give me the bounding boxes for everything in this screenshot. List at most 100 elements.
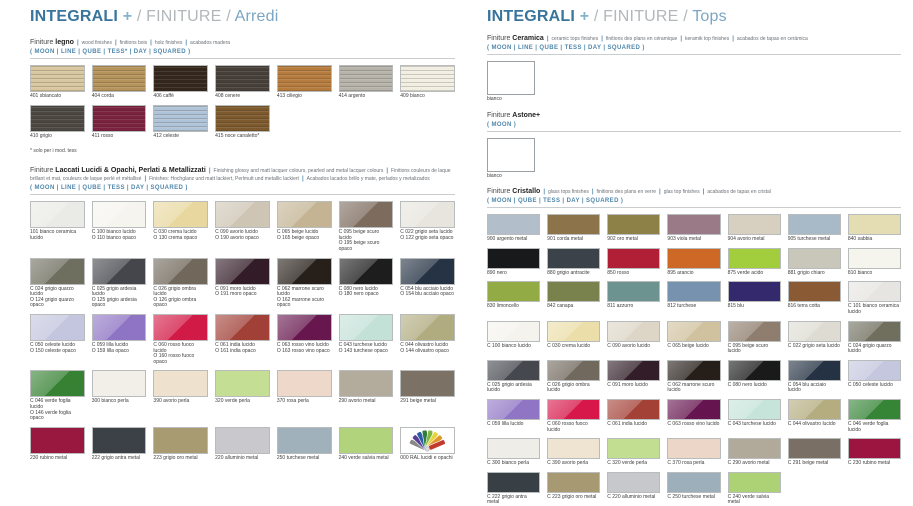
color-swatch: [215, 258, 270, 285]
lang-separator: |: [680, 36, 682, 42]
swatch-cell: C 063 rosso vino lucidoO 163 rosso vino …: [277, 314, 332, 365]
swatch-label: C 063 rosso vino lucido: [667, 422, 720, 428]
swatch-label: C 091 moro lucido: [607, 383, 660, 389]
section-finiture-laccati: Finiture Laccati Lucidi & Opachi, Perlat…: [30, 167, 455, 461]
swatch-label: 222 grigio antra metal: [92, 456, 147, 462]
swatch-label-2: lucido: [848, 349, 901, 355]
swatch-label: 406 caffè: [153, 94, 208, 100]
swatch-label: C 290 avorio metal: [728, 461, 781, 467]
swatch-label: 840 sabbia: [848, 237, 901, 243]
section-heading: Finiture Laccati Lucidi & Opachi, Perlat…: [30, 167, 455, 183]
swatch-label: 901 corda metal: [547, 237, 600, 243]
swatch-cell: 900 argento metal: [487, 214, 540, 243]
swatch-cell: C 061 india lucidoO 161 india opaco: [215, 314, 270, 365]
swatch-cell: 880 grigio antracite: [547, 248, 600, 277]
swatch-cell: 890 nero: [487, 248, 540, 277]
swatch-cell: C 101 bianco ceramicalucido: [848, 281, 901, 315]
swatch-cell: C 022 grigio seta lucido: [788, 321, 841, 355]
lang-label: finitions des plans en verre: [597, 189, 656, 195]
swatch-cell: C 022 grigio seta lucidoO 122 grigio set…: [400, 201, 455, 252]
swatch-label: C 250 turchese metal: [667, 495, 720, 501]
color-swatch: [92, 427, 147, 454]
swatch-cell: 816 terra cotta: [788, 281, 841, 315]
lang-separator: |: [601, 36, 603, 42]
swatch-label-2: O 110 bianco opaco: [92, 236, 147, 242]
lang-label: Acabados lacados brillo y mate, perlados…: [307, 176, 430, 182]
swatch-label: 830 limoncello: [487, 304, 540, 310]
color-swatch: [667, 248, 720, 269]
swatch-label: C 100 bianco lucido: [487, 344, 540, 350]
swatch-cell: 223 grigio oro metal: [153, 427, 208, 462]
color-swatch: [728, 321, 781, 342]
swatch-label-2: O 126 grigio ombra opaco: [153, 298, 208, 309]
color-swatch: [153, 427, 208, 454]
swatch-cell: 390 avorio perla: [153, 370, 208, 421]
swatch-cell: C 046 verde foglia lucidoO 146 verde fog…: [30, 370, 85, 421]
swatch-label: C 220 alluminio metal: [607, 495, 660, 501]
color-swatch: [153, 314, 208, 341]
color-swatch: [30, 427, 85, 454]
swatch-cell: 904 avorio metal: [728, 214, 781, 243]
section-title: legno: [55, 39, 74, 46]
swatch-cell: C 044 olivastro lucidoO 144 olivastro op…: [400, 314, 455, 365]
swatch-label-2: O 180 nero opaco: [339, 292, 394, 298]
swatch-grid: 900 argento metal 901 corda metal 902 oro …: [487, 214, 901, 506]
color-swatch: [667, 399, 720, 420]
color-swatch: [30, 201, 85, 228]
swatch-label: C 222 grigio antra metal: [487, 495, 540, 506]
swatch-cell: C 100 bianco lucido: [487, 321, 540, 355]
color-swatch: [277, 201, 332, 228]
color-swatch: [215, 201, 270, 228]
color-swatch: [667, 438, 720, 459]
swatch-cell: C 025 grigio ardesia lucidoO 125 grigio …: [92, 258, 147, 309]
swatch-cell: C 095 beige scurolucido: [728, 321, 781, 355]
swatch-cell: 370 rosa perla: [277, 370, 332, 421]
color-swatch: [153, 370, 208, 397]
swatch-cell: 902 oro metal: [607, 214, 660, 243]
color-swatch: [277, 427, 332, 454]
swatch-cell: 408 cenere: [215, 65, 270, 100]
color-swatch: [215, 65, 270, 92]
swatch-cell: 240 verde salvia metal: [339, 427, 394, 462]
color-swatch: [728, 472, 781, 493]
swatch-label-2: O 195 beige scuro opaco: [339, 241, 394, 252]
color-swatch: [487, 438, 540, 459]
swatch-label: 812 turchese: [667, 304, 720, 310]
swatch-label: C 061 india lucido: [607, 422, 660, 428]
color-swatch: [848, 360, 901, 381]
swatch-label: 290 avorio metal: [339, 399, 394, 405]
swatch-label: 223 grigio oro metal: [153, 456, 208, 462]
section-title-prefix: Finiture: [487, 188, 512, 195]
swatch-label: 905 turchese metal: [788, 237, 841, 243]
color-swatch: [153, 65, 208, 92]
swatch-label-2: lucido: [547, 388, 600, 394]
swatch-label: C 044 olivastro lucido: [788, 422, 841, 428]
swatch-label: 411 rosso: [92, 134, 147, 140]
swatch-label: 320 verde perla: [215, 399, 270, 405]
lang-label: glass tops finishes: [548, 189, 589, 195]
swatch-cell: C 230 rubino metal: [848, 438, 901, 467]
color-swatch: [788, 438, 841, 459]
ral-fan-icon: [401, 428, 454, 453]
sections-tops: Finiture Ceramica|ceramic tops finishes|…: [487, 35, 901, 506]
color-swatch: [607, 472, 660, 493]
swatch-cell: 412 celeste: [153, 105, 208, 140]
lang-label: wood finishes: [82, 40, 112, 46]
swatch-label: bianco: [487, 97, 540, 103]
swatch-label-2: lucido: [728, 349, 781, 355]
swatch-cell: C 080 nero lucido: [728, 360, 781, 394]
swatch-label: 240 verde salvia metal: [339, 456, 394, 462]
swatch-label: C 300 bianco perla: [487, 461, 540, 467]
swatch-label: C 022 grigio seta lucido: [788, 344, 841, 350]
swatch-label: C 059 lilla lucido: [487, 422, 540, 428]
swatch-label: C 090 avorio lucido: [607, 344, 660, 350]
lang-label: acabados madera: [190, 40, 230, 46]
footnote: * solo per i mod. tess: [30, 148, 455, 154]
section-title: Cristallo: [512, 188, 540, 195]
section-heading: Finiture Astone+: [487, 112, 901, 120]
swatch-cell: 881 grigio chiaro: [788, 248, 841, 277]
swatch-cell: C 043 turchese lucido: [728, 399, 781, 433]
swatch-cell: 000 RAL lucidi e opachi: [400, 427, 455, 462]
color-swatch: [339, 65, 394, 92]
color-swatch: [339, 370, 394, 397]
